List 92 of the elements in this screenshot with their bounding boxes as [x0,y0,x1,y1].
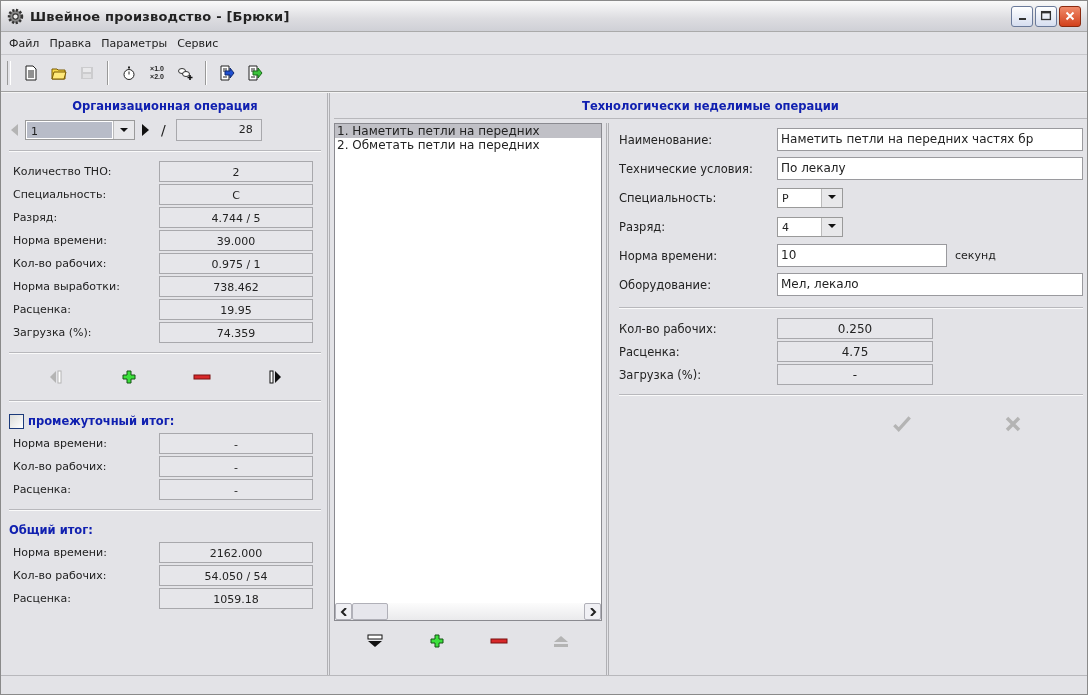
field-value: - [777,364,933,385]
caret-icon [828,224,836,229]
field-value: 2 [159,161,313,182]
document-icon [23,65,39,81]
field-label: Расценка: [619,344,681,359]
minimize-icon [1018,18,1026,20]
field-value: 738.462 [159,276,313,297]
triangle-left-icon [9,123,19,137]
field-label: Количество ТНО: [13,165,113,178]
field-label: Норма времени: [619,248,719,263]
menu-item[interactable]: Параметры [97,34,172,52]
subtotal-checkbox[interactable] [9,413,24,429]
close-button[interactable] [1059,5,1081,27]
field-label: Норма времени: [13,234,108,247]
operation-dropdown[interactable]: 1 [25,120,135,140]
field-value: 1059.18 [159,588,313,609]
field-label: Оборудование: [619,277,713,292]
field-label: Наименование: [619,132,714,147]
scrollbar-thumb[interactable] [352,603,388,620]
section-title: Общий итог: [9,523,93,537]
field-label: Кол-во рабочих: [13,460,108,473]
document-arrow-icon [219,65,235,81]
field-label: Расценка: [13,592,72,605]
caret-icon [120,127,128,133]
field-label: Специальность: [13,188,108,201]
close-icon [1063,9,1077,23]
field-label: Кол-во рабочих: [13,569,108,582]
field-value: 54.050 / 54 [159,565,313,586]
move-down-button[interactable] [365,633,385,649]
unit-label: секунд [955,249,996,262]
dropdown[interactable]: 4 [777,216,843,237]
menu-item[interactable]: Файл [5,34,44,52]
next-button[interactable] [141,123,151,137]
field-label: Разряд: [13,211,59,224]
separator-text: / [160,122,167,138]
field-value: 0.250 [777,318,933,339]
field-value: - [159,433,313,454]
caret-icon [828,195,836,200]
field-label: Кол-во рабочих: [619,321,718,336]
gear-icon [7,7,24,25]
horizontal-scrollbar[interactable] [335,603,601,620]
section-title: Организационная операция [71,98,259,115]
move-up-icon [551,633,571,649]
text-field[interactable]: 10 [777,244,947,267]
cross-icon [1003,415,1023,433]
minimize-button[interactable] [1011,5,1033,27]
field-label: Загрузка (%): [13,326,93,339]
chevron-right-icon [588,607,597,616]
field-label: Технические условия: [619,161,754,176]
menu-item[interactable]: Правка [45,34,96,52]
field-label: Специальность: [619,190,718,205]
text-field[interactable]: Наметить петли на передних частях бр [777,128,1083,151]
list-item[interactable]: 1. Наметить петли на передних [335,124,601,138]
field-value: 2162.000 [159,542,313,563]
field-value: 19.95 [159,299,313,320]
field-label: Норма времени: [13,546,108,559]
field-value: - [159,456,313,477]
triangle-right-icon [141,123,151,137]
field-value: 4.744 / 5 [159,207,313,228]
total-count: 28 [175,119,262,141]
move-down-icon [365,633,385,649]
field-label: Загрузка (%): [619,367,703,382]
field-label: Норма выработки: [13,280,121,293]
field-label: Разряд: [619,219,667,234]
plus-icon [427,633,447,649]
menu-item[interactable]: Сервис [173,34,223,52]
list-item[interactable]: 2. Обметать петли на передних [335,138,601,152]
field-label: Расценка: [13,303,72,316]
add-button[interactable] [427,633,447,649]
field-value: 4.75 [777,341,933,362]
field-label: Кол-во рабочих: [13,257,108,270]
field-value: С [159,184,313,205]
field-value: - [159,479,313,500]
text-field[interactable]: Мел, лекало [777,273,1083,296]
field-label: Норма времени: [13,437,108,450]
dropdown[interactable]: Р [777,187,843,208]
field-value: 0.975 / 1 [159,253,313,274]
field-value: 74.359 [159,322,313,343]
maximize-icon [1039,9,1053,23]
folder-icon [51,65,67,81]
checkbox-label: промежуточный итог: [28,414,175,428]
text-field[interactable]: По лекалу [777,157,1083,180]
field-value: 39.000 [159,230,313,251]
maximize-button[interactable] [1035,5,1057,27]
document-arrow-icon [247,65,263,81]
field-label: Расценка: [13,483,72,496]
window-title: Швейное производство - [Брюки] [30,8,290,24]
chevron-left-icon [339,607,348,616]
stopwatch-icon [121,65,137,81]
section-title: Технологически неделимые операции [581,98,840,115]
check-icon [891,415,913,433]
glasses-plus-icon [177,65,193,81]
